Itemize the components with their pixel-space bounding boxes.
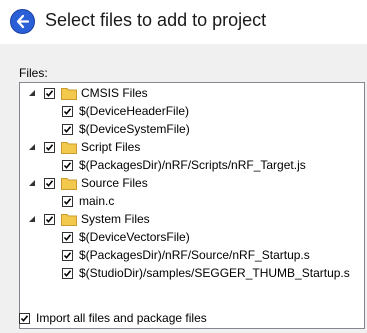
tree-item-label: $(StudioDir)/samples/SEGGER_THUMB_Startu… (79, 266, 350, 280)
checkbox[interactable] (44, 141, 55, 153)
files-label: Files: (19, 66, 48, 80)
tree-group-label: CMSIS Files (81, 86, 148, 100)
tree-item[interactable]: main.c (62, 192, 114, 210)
checkbox[interactable] (62, 159, 73, 171)
tree-group-cmsis[interactable]: CMSIS Files (26, 84, 148, 102)
checkbox[interactable] (62, 231, 73, 243)
checkbox[interactable] (44, 213, 55, 225)
page-title: Select files to add to project (45, 10, 267, 30)
file-tree[interactable]: CMSIS Files $(DeviceHeaderFile) $(Device… (19, 82, 365, 329)
checkbox[interactable] (44, 177, 55, 189)
checkbox[interactable] (62, 105, 73, 117)
tree-item[interactable]: $(StudioDir)/samples/SEGGER_THUMB_Startu… (62, 264, 350, 282)
back-button[interactable] (10, 9, 35, 34)
tree-group-label: System Files (81, 212, 150, 226)
tree-group-system[interactable]: System Files (26, 210, 150, 228)
back-arrow-icon (16, 14, 30, 29)
tree-item-label: $(DeviceSystemFile) (79, 122, 190, 136)
collapse-arrow-icon[interactable] (26, 87, 38, 99)
folder-icon (61, 213, 77, 226)
import-all-checkbox[interactable] (19, 312, 30, 324)
tree-item-label: $(PackagesDir)/nRF/Scripts/nRF_Target.js (79, 158, 306, 172)
import-all-label: Import all files and package files (36, 311, 207, 325)
dialog-body: Files: CMSIS Files $(DeviceHeaderFile) $… (0, 44, 367, 333)
tree-group-script[interactable]: Script Files (26, 138, 140, 156)
import-all-option[interactable]: Import all files and package files (19, 310, 207, 326)
checkbox[interactable] (62, 123, 73, 135)
tree-item[interactable]: $(DeviceHeaderFile) (62, 102, 189, 120)
tree-item-label: $(DeviceHeaderFile) (79, 104, 190, 118)
tree-item-label: $(PackagesDir)/nRF/Source/nRF_Startup.s (79, 248, 310, 262)
collapse-arrow-icon[interactable] (26, 213, 38, 225)
collapse-arrow-icon[interactable] (26, 177, 38, 189)
checkbox[interactable] (62, 267, 73, 279)
tree-item[interactable]: $(PackagesDir)/nRF/Source/nRF_Startup.s (62, 246, 310, 264)
tree-item-label: $(DeviceVectorsFile) (79, 230, 190, 244)
tree-item[interactable]: $(DeviceSystemFile) (62, 120, 190, 138)
dialog-header: Select files to add to project (0, 0, 367, 44)
folder-icon (61, 177, 77, 190)
collapse-arrow-icon[interactable] (26, 141, 38, 153)
tree-group-label: Script Files (81, 140, 141, 154)
tree-group-label: Source Files (81, 176, 148, 190)
checkbox[interactable] (62, 195, 73, 207)
folder-icon (61, 141, 77, 154)
tree-group-source[interactable]: Source Files (26, 174, 148, 192)
tree-item-label: main.c (79, 194, 115, 208)
checkbox[interactable] (62, 249, 73, 261)
folder-icon (61, 87, 77, 100)
tree-item[interactable]: $(DeviceVectorsFile) (62, 228, 190, 246)
tree-item[interactable]: $(PackagesDir)/nRF/Scripts/nRF_Target.js (62, 156, 306, 174)
checkbox[interactable] (44, 87, 55, 99)
